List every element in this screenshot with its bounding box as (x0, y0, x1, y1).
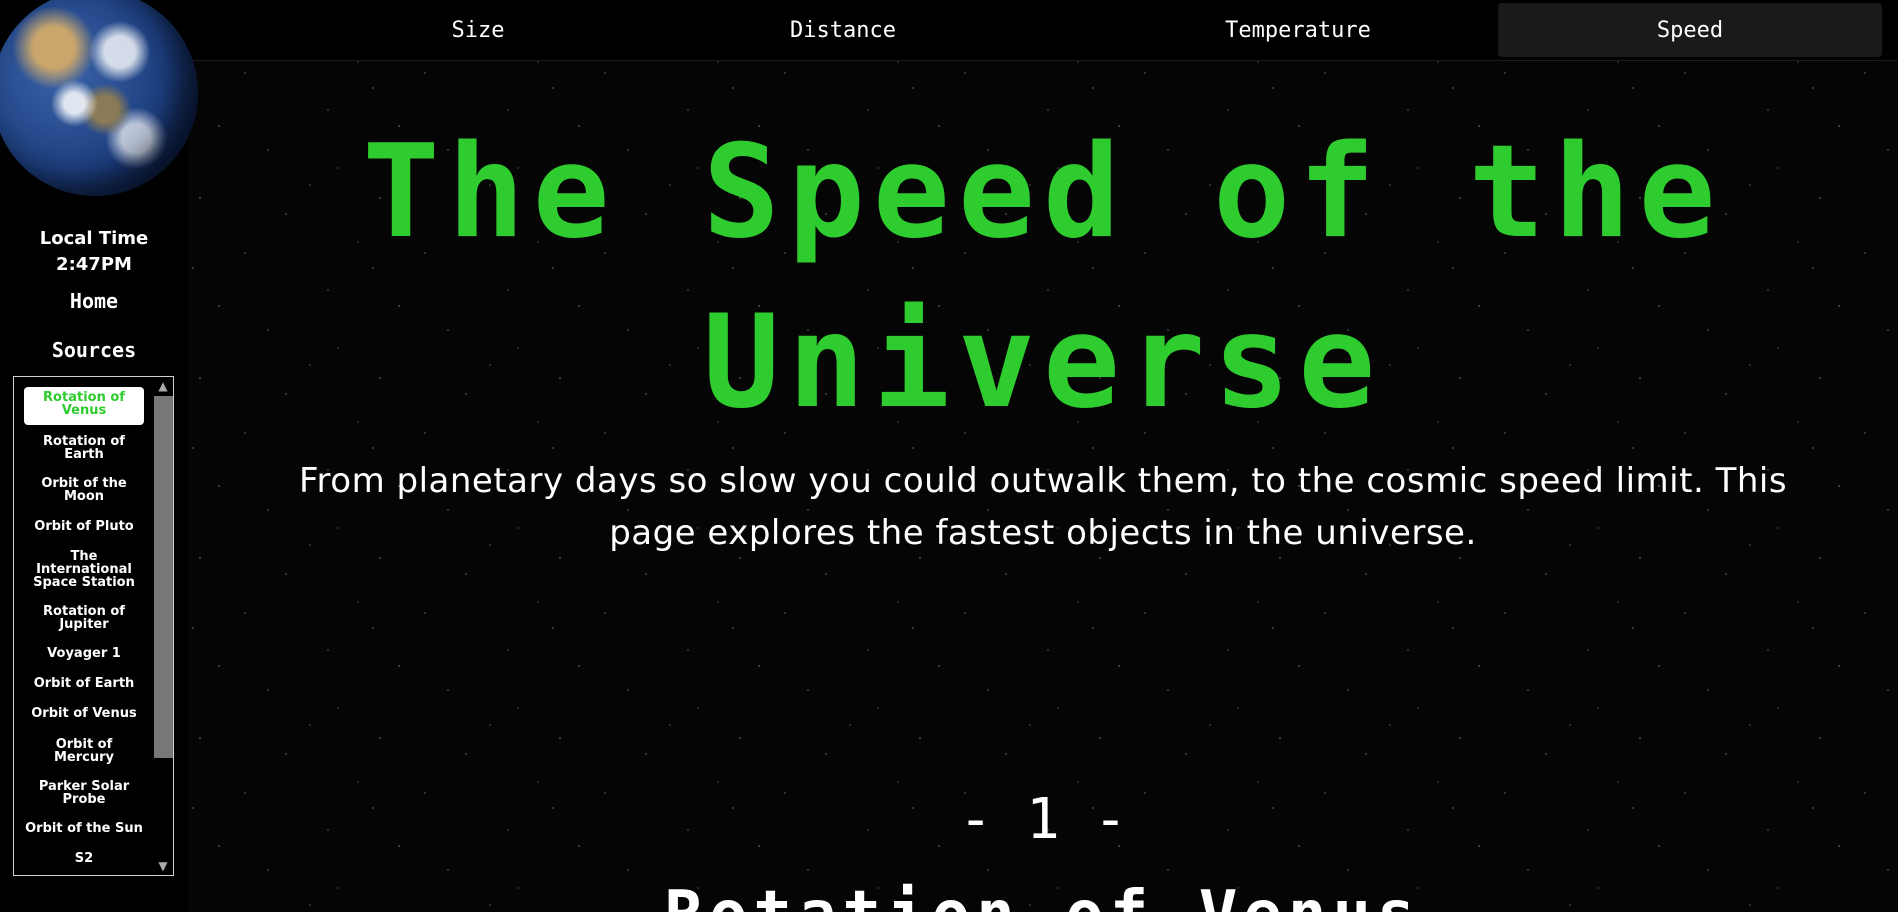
source-item-parker-solar-probe[interactable]: Parker Solar Probe (24, 780, 144, 806)
tab-speed[interactable]: Speed (1498, 3, 1882, 57)
tab-size[interactable]: Size (308, 3, 648, 57)
source-item-orbit-of-the-moon[interactable]: Orbit of the Moon (24, 477, 144, 503)
top-nav: Size Distance Temperature Speed (188, 0, 1898, 61)
local-time-value: 2:47PM (56, 254, 132, 275)
local-time-label: Local Time (39, 228, 149, 249)
local-time: Local Time 2:47PM (0, 226, 188, 278)
home-link[interactable]: Home (0, 289, 188, 313)
source-item-orbit-of-pluto[interactable]: Orbit of Pluto (24, 520, 144, 533)
source-item-international-space-station[interactable]: The International Space Station (24, 550, 144, 589)
source-item-orbit-of-mercury[interactable]: Orbit of Mercury (24, 738, 144, 764)
page-title: The Speed of the Universe (362, 118, 1724, 437)
section-number: - 1 - (958, 787, 1128, 852)
tab-temperature[interactable]: Temperature (1088, 3, 1508, 57)
source-item-rotation-of-venus[interactable]: Rotation of Venus (24, 387, 144, 425)
scroll-up-icon[interactable]: ▲ (155, 379, 171, 393)
page-subtitle: From planetary days so slow you could ou… (298, 461, 1788, 553)
source-item-orbit-of-venus[interactable]: Orbit of Venus (24, 707, 144, 720)
earth-image (0, 0, 198, 196)
scroll-thumb[interactable] (154, 396, 173, 758)
sources-scrollbar[interactable]: ▲ ▼ (152, 377, 173, 875)
sources-list-box: Rotation of Venus Rotation of Earth Orbi… (13, 376, 174, 876)
source-item-orbit-of-the-sun[interactable]: Orbit of the Sun (24, 822, 144, 835)
section-title: Rotation of Venus (188, 875, 1898, 912)
sources-link[interactable]: Sources (0, 338, 188, 362)
tab-distance[interactable]: Distance (668, 3, 1018, 57)
sidebar: Local Time 2:47PM Home Sources Rotation … (0, 0, 198, 912)
source-item-voyager-1[interactable]: Voyager 1 (24, 647, 144, 660)
source-item-s2[interactable]: S2 (24, 852, 144, 865)
source-item-rotation-of-earth[interactable]: Rotation of Earth (24, 435, 144, 461)
source-item-rotation-of-jupiter[interactable]: Rotation of Jupiter (24, 605, 144, 631)
source-item-orbit-of-earth[interactable]: Orbit of Earth (24, 677, 144, 690)
scroll-down-icon[interactable]: ▼ (155, 859, 171, 873)
